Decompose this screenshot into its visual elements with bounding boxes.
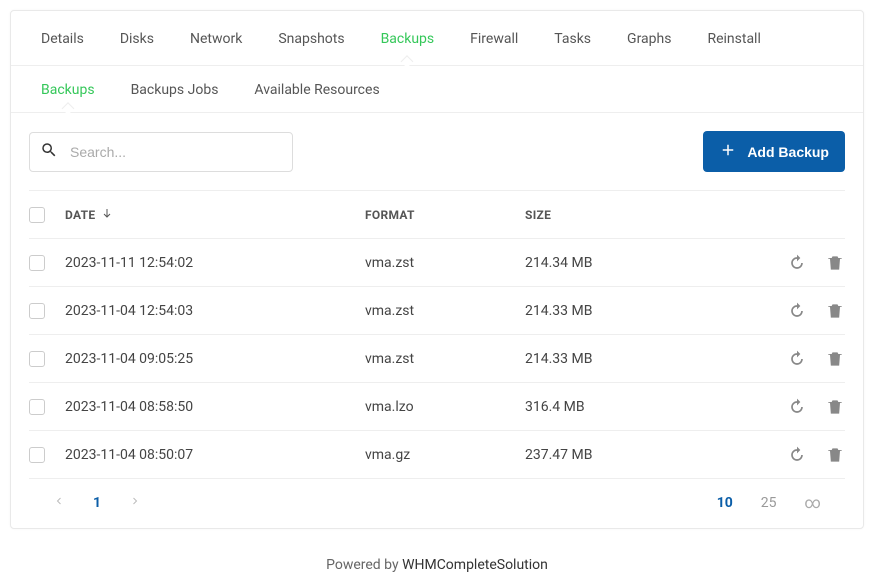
plus-icon [719, 141, 747, 162]
tab-network[interactable]: Network [172, 11, 260, 65]
search-icon [40, 141, 68, 163]
add-backup-label: Add Backup [747, 144, 829, 160]
page-next[interactable] [129, 495, 141, 511]
cell-date: 2023-11-04 08:50:07 [65, 447, 365, 463]
trash-icon[interactable] [825, 349, 845, 369]
powered-link[interactable]: WHMCompleteSolution [402, 557, 548, 573]
tab-snapshots[interactable]: Snapshots [260, 11, 362, 65]
restore-icon[interactable] [787, 397, 807, 417]
restore-icon[interactable] [787, 349, 807, 369]
cell-format: vma.zst [365, 255, 525, 271]
row-checkbox[interactable] [29, 303, 45, 319]
cell-date: 2023-11-11 12:54:02 [65, 255, 365, 271]
table-header: Date Format Size [29, 190, 845, 238]
row-checkbox[interactable] [29, 255, 45, 271]
cell-date: 2023-11-04 08:58:50 [65, 399, 365, 415]
page-current: 1 [93, 495, 101, 511]
trash-icon[interactable] [825, 445, 845, 465]
table-row: 2023-11-04 08:50:07vma.gz237.47 MB [29, 430, 845, 478]
table-row: 2023-11-04 12:54:03vma.zst214.33 MB [29, 286, 845, 334]
col-header-date[interactable]: Date [65, 207, 365, 222]
page-size-infinity[interactable]: ∞ [805, 493, 821, 512]
tab-reinstall[interactable]: Reinstall [689, 11, 778, 65]
col-header-size[interactable]: Size [525, 208, 765, 222]
table-row: 2023-11-04 08:58:50vma.lzo316.4 MB [29, 382, 845, 430]
select-all-checkbox[interactable] [29, 207, 45, 223]
col-header-date-label: Date [65, 208, 95, 222]
panel: DetailsDisksNetworkSnapshotsBackupsFirew… [10, 10, 864, 529]
row-checkbox[interactable] [29, 447, 45, 463]
tab-graphs[interactable]: Graphs [609, 11, 689, 65]
trash-icon[interactable] [825, 301, 845, 321]
tab-backups[interactable]: Backups [363, 11, 453, 65]
trash-icon[interactable] [825, 397, 845, 417]
toolbar: Add Backup [11, 113, 863, 190]
tab-tasks[interactable]: Tasks [536, 11, 609, 65]
search-box[interactable] [29, 132, 293, 172]
row-checkbox[interactable] [29, 351, 45, 367]
row-checkbox[interactable] [29, 399, 45, 415]
tab-disks[interactable]: Disks [102, 11, 172, 65]
cell-format: vma.gz [365, 447, 525, 463]
cell-format: vma.lzo [365, 399, 525, 415]
pager: 1 10 25 ∞ [29, 478, 845, 528]
powered-by: Powered by WHMCompleteSolution [0, 557, 874, 573]
tab-firewall[interactable]: Firewall [452, 11, 536, 65]
tab-details[interactable]: Details [23, 11, 102, 65]
cell-format: vma.zst [365, 351, 525, 367]
tabs-sub: BackupsBackups JobsAvailable Resources [11, 66, 863, 113]
subtab-available-resources[interactable]: Available Resources [236, 66, 397, 112]
restore-icon[interactable] [787, 445, 807, 465]
table-row: 2023-11-11 12:54:02vma.zst214.34 MB [29, 238, 845, 286]
arrow-down-icon [101, 207, 113, 222]
search-input[interactable] [68, 143, 282, 161]
subtab-backups[interactable]: Backups [23, 66, 113, 112]
cell-size: 214.34 MB [525, 255, 765, 271]
page-prev[interactable] [53, 495, 65, 511]
trash-icon[interactable] [825, 253, 845, 273]
powered-prefix: Powered by [326, 557, 402, 573]
page-size-10[interactable]: 10 [717, 495, 733, 511]
restore-icon[interactable] [787, 301, 807, 321]
cell-date: 2023-11-04 12:54:03 [65, 303, 365, 319]
restore-icon[interactable] [787, 253, 807, 273]
backups-table: Date Format Size 2023-11-11 12:54:02vma.… [11, 190, 863, 478]
page-size-25[interactable]: 25 [761, 495, 777, 511]
subtab-backups-jobs[interactable]: Backups Jobs [113, 66, 237, 112]
cell-format: vma.zst [365, 303, 525, 319]
cell-size: 316.4 MB [525, 399, 765, 415]
table-row: 2023-11-04 09:05:25vma.zst214.33 MB [29, 334, 845, 382]
cell-size: 214.33 MB [525, 303, 765, 319]
cell-size: 214.33 MB [525, 351, 765, 367]
cell-date: 2023-11-04 09:05:25 [65, 351, 365, 367]
tabs-top: DetailsDisksNetworkSnapshotsBackupsFirew… [11, 11, 863, 66]
col-header-format[interactable]: Format [365, 208, 525, 222]
cell-size: 237.47 MB [525, 447, 765, 463]
add-backup-button[interactable]: Add Backup [703, 131, 845, 172]
